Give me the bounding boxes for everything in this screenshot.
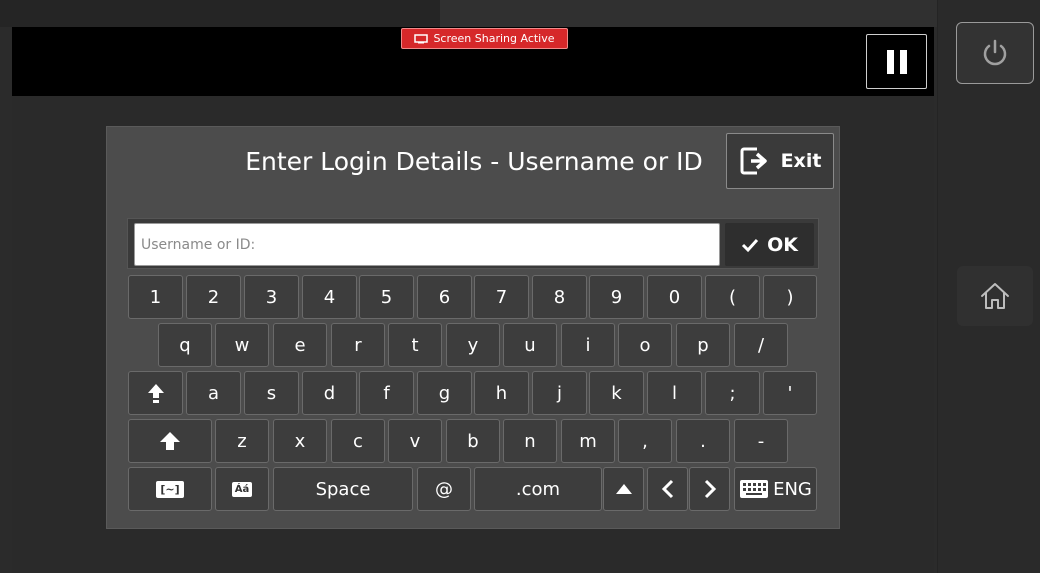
key[interactable]: ( bbox=[705, 275, 760, 319]
key[interactable]: x bbox=[273, 419, 327, 463]
key[interactable]: 8 bbox=[532, 275, 587, 319]
key[interactable]: t bbox=[388, 323, 442, 367]
ok-button[interactable]: OK bbox=[725, 223, 814, 266]
key[interactable]: 7 bbox=[474, 275, 529, 319]
key[interactable]: l bbox=[647, 371, 702, 415]
accent-label: Áá bbox=[231, 481, 253, 497]
key[interactable]: 0 bbox=[647, 275, 702, 319]
top-tab bbox=[440, 0, 940, 27]
at-key[interactable]: @ bbox=[417, 467, 471, 511]
ok-label: OK bbox=[767, 233, 798, 256]
key[interactable]: , bbox=[618, 419, 672, 463]
exit-icon bbox=[740, 147, 767, 175]
power-button[interactable] bbox=[956, 22, 1034, 84]
dotcom-key[interactable]: .com bbox=[474, 467, 602, 511]
key[interactable]: c bbox=[331, 419, 385, 463]
pause-button[interactable] bbox=[866, 34, 927, 89]
key[interactable]: r bbox=[331, 323, 385, 367]
checkmark-icon bbox=[742, 238, 759, 252]
key[interactable]: w bbox=[215, 323, 269, 367]
special-chars-key[interactable]: [~] bbox=[128, 467, 212, 511]
key[interactable]: o bbox=[618, 323, 672, 367]
key[interactable]: v bbox=[388, 419, 442, 463]
key[interactable]: k bbox=[589, 371, 644, 415]
input-row: OK bbox=[127, 218, 819, 269]
key[interactable]: a bbox=[186, 371, 241, 415]
language-label: ENG bbox=[773, 478, 812, 500]
language-key[interactable]: ENG bbox=[734, 467, 817, 511]
screen-sharing-badge: Screen Sharing Active bbox=[401, 28, 568, 49]
key[interactable]: f bbox=[359, 371, 414, 415]
key[interactable]: g bbox=[417, 371, 472, 415]
login-dialog: Enter Login Details - Username or ID Exi… bbox=[106, 126, 840, 529]
caps-lock-icon bbox=[147, 384, 164, 403]
home-button[interactable] bbox=[957, 266, 1033, 326]
power-icon bbox=[983, 39, 1007, 66]
key[interactable]: 9 bbox=[589, 275, 644, 319]
accent-key[interactable]: Áá bbox=[215, 467, 269, 511]
key[interactable]: . bbox=[676, 419, 730, 463]
key[interactable]: 5 bbox=[359, 275, 414, 319]
up-arrow-icon bbox=[615, 484, 632, 494]
key[interactable]: u bbox=[503, 323, 557, 367]
shift-key[interactable] bbox=[128, 419, 212, 463]
home-icon bbox=[981, 283, 1009, 309]
key[interactable]: y bbox=[446, 323, 500, 367]
pause-icon bbox=[886, 49, 894, 74]
key[interactable]: 3 bbox=[244, 275, 299, 319]
key[interactable]: m bbox=[561, 419, 615, 463]
key[interactable]: 2 bbox=[186, 275, 241, 319]
screen-share-icon bbox=[414, 33, 429, 43]
key[interactable]: n bbox=[503, 419, 557, 463]
key[interactable]: z bbox=[215, 419, 269, 463]
key[interactable]: j bbox=[532, 371, 587, 415]
key[interactable]: s bbox=[244, 371, 299, 415]
caps-lock-key[interactable] bbox=[128, 371, 183, 415]
space-key[interactable]: Space bbox=[273, 467, 413, 511]
key[interactable]: ; bbox=[705, 371, 760, 415]
username-input[interactable] bbox=[134, 223, 720, 266]
dotcom-expand-key[interactable] bbox=[603, 467, 644, 511]
key[interactable]: - bbox=[734, 419, 788, 463]
key[interactable]: 1 bbox=[128, 275, 183, 319]
key[interactable]: p bbox=[676, 323, 730, 367]
key[interactable]: 6 bbox=[417, 275, 472, 319]
key[interactable]: i bbox=[561, 323, 615, 367]
shift-icon bbox=[160, 432, 180, 450]
dialog-title-text: Enter Login Details - Username or ID bbox=[245, 147, 703, 176]
key[interactable]: b bbox=[446, 419, 500, 463]
key[interactable]: ) bbox=[763, 275, 817, 319]
key[interactable]: ' bbox=[763, 371, 817, 415]
cursor-left-key[interactable] bbox=[647, 467, 688, 511]
key[interactable]: e bbox=[273, 323, 327, 367]
exit-label: Exit bbox=[780, 150, 822, 172]
right-arrow-icon bbox=[704, 479, 716, 499]
key[interactable]: / bbox=[734, 323, 788, 367]
key[interactable]: 4 bbox=[302, 275, 357, 319]
special-chars-label: [~] bbox=[156, 480, 184, 498]
screen-sharing-label: Screen Sharing Active bbox=[433, 32, 555, 45]
key[interactable]: d bbox=[302, 371, 357, 415]
key[interactable]: q bbox=[158, 323, 212, 367]
left-arrow-icon bbox=[661, 479, 673, 499]
keyboard-icon bbox=[740, 480, 769, 498]
top-strip bbox=[0, 0, 1040, 27]
key[interactable]: h bbox=[474, 371, 529, 415]
cursor-right-key[interactable] bbox=[689, 467, 730, 511]
pause-icon-bar bbox=[899, 49, 907, 74]
exit-button[interactable]: Exit bbox=[726, 133, 834, 189]
